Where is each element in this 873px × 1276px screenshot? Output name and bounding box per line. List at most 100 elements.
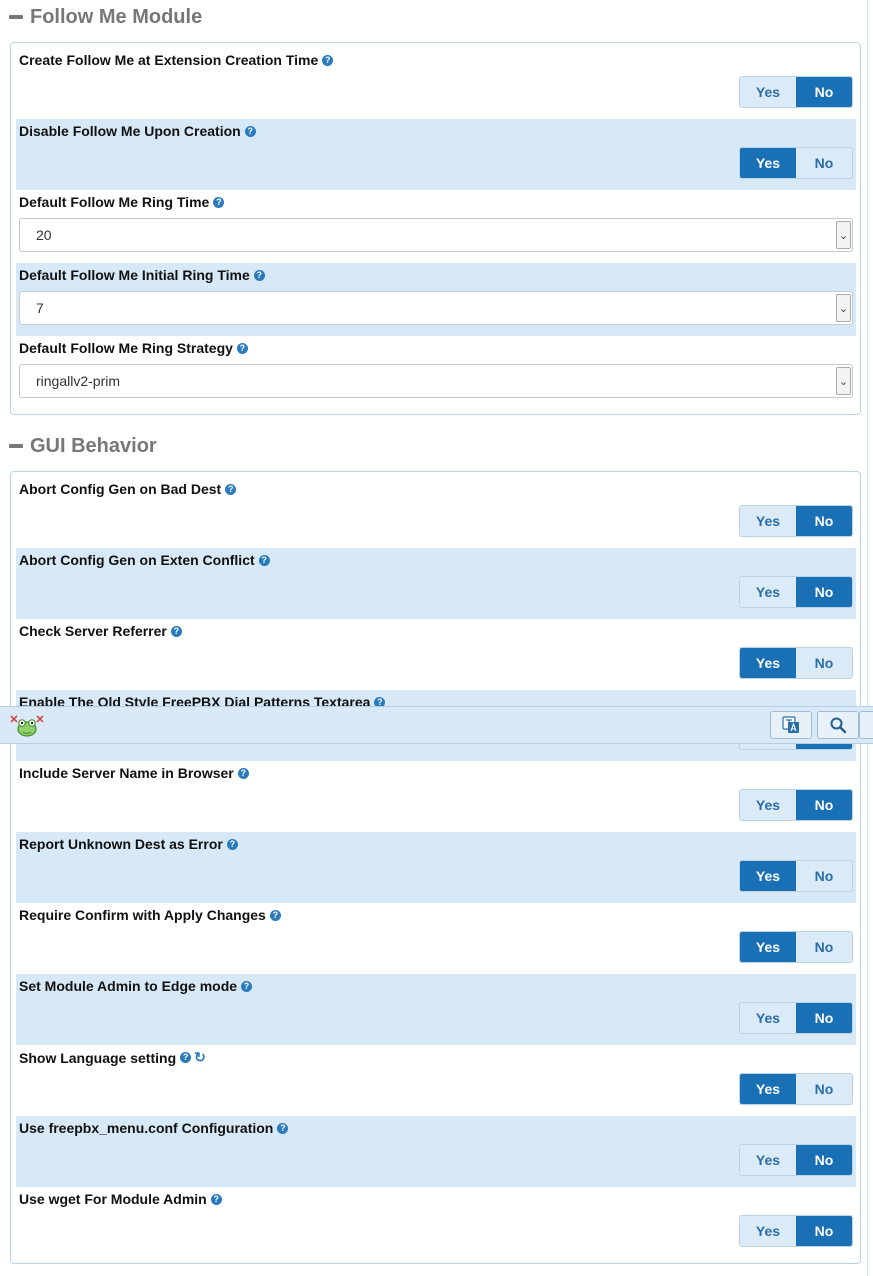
yes-no-toggle[interactable]: Yes No — [739, 505, 853, 537]
yes-no-toggle[interactable]: Yes No — [739, 1073, 853, 1105]
toggle-no-button[interactable]: No — [796, 1074, 852, 1104]
collapse-minus-icon[interactable] — [9, 15, 23, 19]
toggle-yes-button[interactable]: Yes — [740, 932, 796, 962]
setting-row: Disable Follow Me Upon Creation? Yes No — [16, 119, 856, 190]
yes-no-toggle[interactable]: Yes No — [739, 76, 853, 108]
setting-row: Create Follow Me at Extension Creation T… — [16, 48, 856, 119]
toggle-no-button[interactable]: No — [796, 861, 852, 891]
collapse-minus-icon[interactable] — [9, 444, 23, 448]
toggle-yes-button[interactable]: Yes — [740, 577, 796, 607]
help-icon[interactable]: ? — [253, 269, 265, 281]
toggle-yes-button[interactable]: Yes — [740, 506, 796, 536]
setting-row: Require Confirm with Apply Changes? Yes … — [16, 903, 856, 974]
toggle-yes-button[interactable]: Yes — [740, 1216, 796, 1246]
yes-no-toggle[interactable]: Yes No — [739, 931, 853, 963]
yes-no-toggle[interactable]: Yes No — [739, 647, 853, 679]
help-icon[interactable]: ? — [225, 483, 237, 495]
setting-row: Include Server Name in Browser? Yes No — [16, 761, 856, 832]
help-icon[interactable]: ? — [258, 554, 270, 566]
setting-label: Use wget For Module Admin — [19, 1191, 207, 1207]
chevron-down-icon[interactable]: ⌄ — [836, 221, 851, 249]
ring-time-select[interactable]: 20 ⌄ — [19, 218, 853, 252]
toggle-no-button[interactable]: No — [796, 506, 852, 536]
search-icon — [830, 717, 847, 734]
toggle-yes-button[interactable]: Yes — [740, 790, 796, 820]
select-value: ringallv2-prim — [36, 373, 121, 389]
chevron-down-icon[interactable]: ⌄ — [836, 294, 851, 322]
setting-label: Abort Config Gen on Exten Conflict — [19, 552, 255, 568]
section-title: Follow Me Module — [30, 5, 203, 28]
setting-label: Abort Config Gen on Bad Dest — [19, 481, 222, 497]
toggle-no-button[interactable]: No — [796, 648, 852, 678]
page-right-border — [867, 0, 868, 1276]
setting-row: Report Unknown Dest as Error? Yes No — [16, 832, 856, 903]
help-icon[interactable]: ? — [237, 767, 249, 779]
yes-no-toggle[interactable]: Yes No — [739, 1002, 853, 1034]
toggle-yes-button[interactable]: Yes — [740, 1145, 796, 1175]
setting-label: Require Confirm with Apply Changes — [19, 907, 266, 923]
help-icon[interactable]: ? — [210, 1193, 222, 1205]
help-icon[interactable]: ? — [170, 625, 182, 637]
yes-no-toggle[interactable]: Yes No — [739, 1144, 853, 1176]
setting-row: Default Follow Me Ring Strategy? ringall… — [16, 336, 856, 409]
help-icon[interactable]: ? — [322, 54, 334, 66]
toggle-yes-button[interactable]: Yes — [740, 861, 796, 891]
setting-row: Abort Config Gen on Exten Conflict? Yes … — [16, 548, 856, 619]
search-button[interactable] — [817, 711, 859, 739]
help-icon[interactable]: ? — [180, 1052, 192, 1063]
toggle-yes-button[interactable]: Yes — [740, 1074, 796, 1104]
toggle-yes-button[interactable]: Yes — [740, 1003, 796, 1033]
setting-label: Check Server Referrer — [19, 623, 167, 639]
setting-row: Check Server Referrer? Yes No — [16, 619, 856, 690]
setting-label: Show Language setting — [19, 1049, 177, 1066]
help-icon[interactable]: ? — [236, 342, 248, 354]
toggle-yes-button[interactable]: Yes — [740, 148, 796, 178]
setting-row: Set Module Admin to Edge mode? Yes No — [16, 974, 856, 1045]
section-header-follow-me[interactable]: Follow Me Module — [9, 2, 202, 32]
help-icon[interactable]: ? — [244, 125, 256, 137]
help-icon[interactable]: ? — [241, 980, 253, 992]
ring-strategy-select[interactable]: ringallv2-prim ⌄ — [19, 364, 853, 398]
translate-button[interactable] — [770, 711, 812, 739]
section-header-gui-behavior[interactable]: GUI Behavior — [9, 431, 157, 461]
toggle-yes-button[interactable]: Yes — [740, 648, 796, 678]
toggle-no-button[interactable]: No — [796, 77, 852, 107]
toggle-no-button[interactable]: No — [796, 790, 852, 820]
toggle-no-button[interactable]: No — [796, 932, 852, 962]
setting-label: Default Follow Me Ring Strategy — [19, 340, 233, 356]
setting-label: Default Follow Me Ring Time — [19, 194, 210, 210]
help-icon[interactable]: ? — [269, 909, 281, 921]
refresh-icon[interactable]: ↻ — [194, 1049, 206, 1066]
yes-no-toggle[interactable]: Yes No — [739, 860, 853, 892]
setting-label: Use freepbx_menu.conf Configuration — [19, 1120, 274, 1136]
setting-label: Include Server Name in Browser — [19, 765, 234, 781]
yes-no-toggle[interactable]: Yes No — [739, 147, 853, 179]
toggle-no-button[interactable]: No — [796, 148, 852, 178]
yes-no-toggle[interactable]: Yes No — [739, 576, 853, 608]
toggle-yes-button[interactable]: Yes — [740, 77, 796, 107]
toggle-no-button[interactable]: No — [796, 1145, 852, 1175]
chevron-down-icon[interactable]: ⌄ — [836, 367, 851, 395]
select-value: 7 — [36, 300, 44, 316]
setting-row: Abort Config Gen on Bad Dest? Yes No — [16, 477, 856, 548]
freepbx-frog-logo-icon[interactable] — [9, 713, 45, 739]
toggle-no-button[interactable]: No — [796, 1003, 852, 1033]
help-icon[interactable]: ? — [226, 838, 238, 850]
yes-no-toggle[interactable]: Yes No — [739, 789, 853, 821]
setting-row: Default Follow Me Ring Time? 20 ⌄ — [16, 190, 856, 263]
select-value: 20 — [36, 227, 52, 243]
floating-toolbar — [0, 706, 873, 744]
yes-no-toggle[interactable]: Yes No — [739, 1215, 853, 1247]
more-button[interactable] — [859, 711, 873, 739]
help-icon[interactable]: ? — [213, 196, 225, 208]
setting-label: Default Follow Me Initial Ring Time — [19, 267, 250, 283]
setting-label: Set Module Admin to Edge mode — [19, 978, 238, 994]
setting-row: Use freepbx_menu.conf Configuration? Yes… — [16, 1116, 856, 1187]
toggle-no-button[interactable]: No — [796, 1216, 852, 1246]
initial-ring-time-select[interactable]: 7 ⌄ — [19, 291, 853, 325]
help-icon[interactable]: ? — [277, 1122, 289, 1134]
toggle-no-button[interactable]: No — [796, 577, 852, 607]
section-title: GUI Behavior — [30, 434, 157, 457]
setting-label: Report Unknown Dest as Error — [19, 836, 223, 852]
translate-icon — [782, 716, 799, 733]
